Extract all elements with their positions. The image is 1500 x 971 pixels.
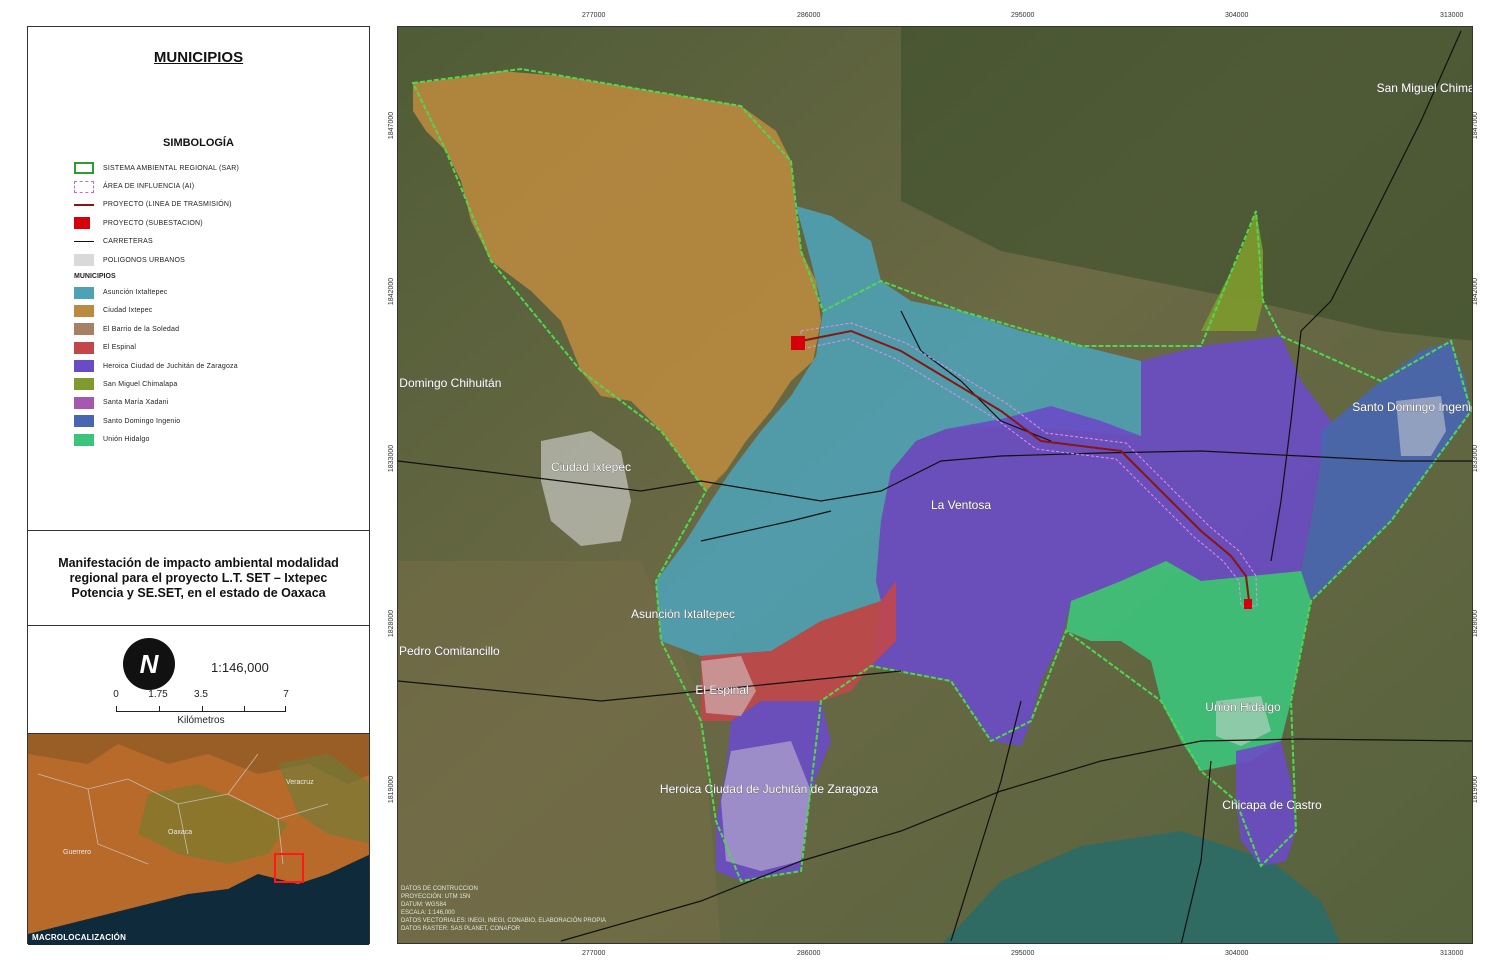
- svg-text:San Pedro Comitancillo: San Pedro Comitancillo: [398, 644, 500, 658]
- svg-text:Asunción Ixtaltepec: Asunción Ixtaltepec: [631, 607, 735, 621]
- svg-text:DATOS VECTORIALES: INEGI, INEG: DATOS VECTORIALES: INEGI, INEGI, CONABIO…: [401, 917, 606, 924]
- inset-map: Guerrero Oaxaca Veracruz MACROLOCALIZACI…: [28, 734, 369, 945]
- legend-mun: El Espinal: [74, 339, 239, 357]
- legend-item-sar: SISTEMA AMBIENTAL REGIONAL (SAR): [74, 159, 239, 177]
- main-map[interactable]: San Miguel Chimalapa Santo Domingo Chihu…: [397, 26, 1473, 944]
- inset-logo: MACROLOCALIZACIÓN: [32, 933, 127, 942]
- scale-tick-labels: 0 1.75 3.5 7: [113, 689, 289, 700]
- municipios-title: MUNICIPIOS: [153, 49, 244, 66]
- svg-text:Unión Hidalgo: Unión Hidalgo: [1205, 700, 1281, 714]
- main-map-graphic: San Miguel Chimalapa Santo Domingo Chihu…: [398, 27, 1473, 943]
- legend-item-urban: POLIGONOS URBANOS: [74, 251, 239, 269]
- svg-text:ESCALA: 1:146,000: ESCALA: 1:146,000: [401, 910, 455, 916]
- municipios-subtitle: MUNICIPIOS: [74, 272, 116, 280]
- svg-text:PROYECCIÓN: UTM 15N: PROYECCIÓN: UTM 15N: [401, 893, 470, 900]
- svg-text:Guerrero: Guerrero: [63, 849, 91, 856]
- legend-mun: Santa María Xadani: [74, 394, 239, 412]
- substation-swatch: [74, 217, 90, 230]
- legend-mun: San Miguel Chimalapa: [74, 375, 239, 393]
- svg-text:Heroica Ciudad de Juchitán de: Heroica Ciudad de Juchitán de Zaragoza: [660, 782, 878, 796]
- legend-panel: MUNICIPIOS SIMBOLOGÍA SISTEMA AMBIENTAL …: [27, 26, 370, 945]
- svg-text:Santo Domingo Ingenio: Santo Domingo Ingenio: [1352, 400, 1473, 414]
- north-arrow-icon: N: [123, 638, 175, 690]
- legend-item-line: PROYECTO (LINEA DE TRASMISIÓN): [74, 196, 239, 214]
- legend-mun: Santo Domingo Ingenio: [74, 412, 239, 430]
- svg-text:DATOS RASTER: SAS PLANET, CONA: DATOS RASTER: SAS PLANET, CONAFOR: [401, 926, 521, 932]
- legend-section: MUNICIPIOS SIMBOLOGÍA SISTEMA AMBIENTAL …: [28, 27, 369, 531]
- legend-items: SISTEMA AMBIENTAL REGIONAL (SAR) ÁREA DE…: [74, 159, 239, 449]
- legend-mun: Heroica Ciudad de Juchitán de Zaragoza: [74, 357, 239, 375]
- title-block: Manifestación de impacto ambiental modal…: [28, 531, 369, 626]
- project-title: Manifestación de impacto ambiental modal…: [58, 555, 339, 600]
- legend-mun: Unión Hidalgo: [74, 430, 239, 448]
- urban-juchitan: [721, 741, 811, 871]
- ai-swatch: [74, 180, 94, 193]
- line-swatch: [74, 203, 94, 206]
- svg-text:Ciudad Ixtepec: Ciudad Ixtepec: [551, 460, 631, 474]
- simbologia-title: SIMBOLOGÍA: [163, 137, 234, 149]
- scale-block: N 1:146,000 0 1.75 3.5 7 Kilómetros: [28, 626, 369, 734]
- scale-ratio: 1:146,000: [211, 660, 269, 675]
- substation-icon: [791, 336, 805, 350]
- legend-mun: Ciudad Ixtepec: [74, 302, 239, 320]
- roads-swatch: [74, 241, 94, 243]
- legend-item-roads: CARRETERAS: [74, 233, 239, 251]
- legend-item-substation: PROYECTO (SUBESTACION): [74, 214, 239, 232]
- svg-text:Chicapa de Castro: Chicapa de Castro: [1222, 798, 1322, 812]
- svg-text:DATOS DE CONTRUCCION: DATOS DE CONTRUCCION: [401, 886, 478, 892]
- sar-swatch: [74, 162, 94, 175]
- svg-text:San Miguel Chimalapa: San Miguel Chimalapa: [1377, 81, 1473, 95]
- svg-text:El Espinal: El Espinal: [695, 683, 748, 697]
- substation-icon: [1244, 599, 1252, 609]
- scale-unit: Kilómetros: [177, 715, 225, 726]
- legend-item-ai: ÁREA DE INFLUENCIA (AI): [74, 177, 239, 195]
- scale-bar: [116, 706, 286, 712]
- inset-map-graphic: Guerrero Oaxaca Veracruz: [28, 734, 369, 945]
- svg-text:Oaxaca: Oaxaca: [168, 829, 192, 836]
- urban-swatch: [74, 254, 94, 267]
- svg-text:Santo Domingo Chihuitán: Santo Domingo Chihuitán: [398, 376, 501, 390]
- legend-mun: Asunción Ixtaltepec: [74, 283, 239, 301]
- svg-text:La Ventosa: La Ventosa: [931, 498, 991, 512]
- svg-text:Veracruz: Veracruz: [286, 779, 314, 786]
- legend-mun: El Barrio de la Soledad: [74, 320, 239, 338]
- svg-text:DATUM: WGS84: DATUM: WGS84: [401, 902, 447, 908]
